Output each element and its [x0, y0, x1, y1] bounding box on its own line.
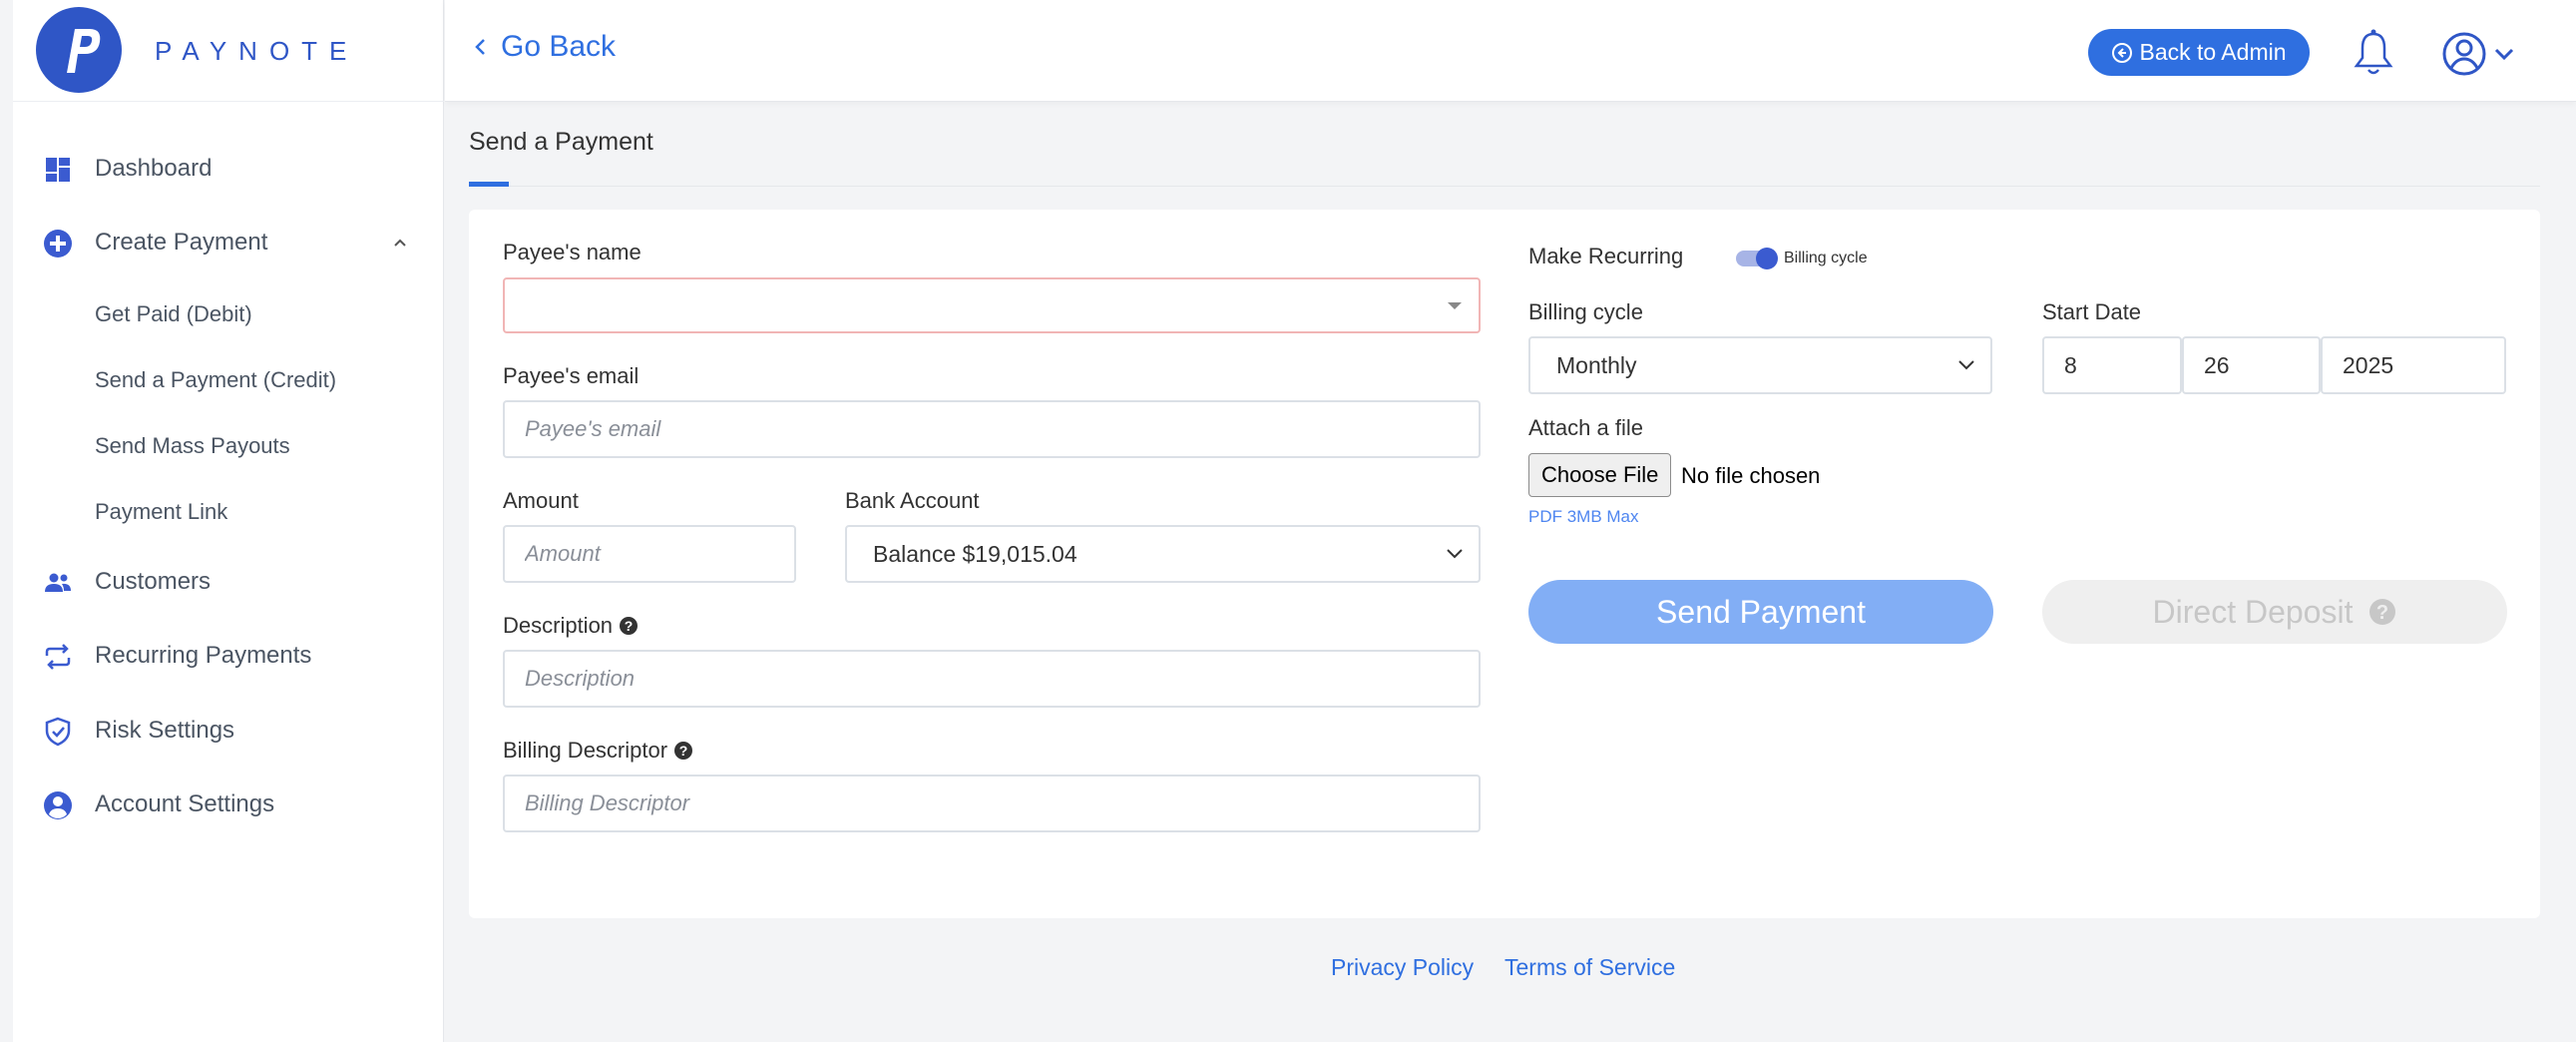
payee-email-label: Payee's email [503, 363, 640, 388]
sidebar-item-label: Dashboard [95, 155, 213, 182]
question-circle-icon[interactable]: ? [619, 616, 639, 636]
attach-file-label: Attach a file [1528, 415, 1643, 440]
go-back-link[interactable]: Go Back [473, 30, 616, 64]
toggle-caption: Billing cycle [1784, 250, 1868, 266]
top-bar: Go Back Back to Admin [445, 0, 2576, 102]
make-recurring-label: Make Recurring [1528, 244, 1684, 268]
send-payment-button[interactable]: Send Payment [1528, 580, 1993, 644]
shield-check-icon [42, 716, 74, 748]
description-label-text: Description [503, 613, 614, 638]
start-date-label: Start Date [2042, 299, 2142, 324]
sidebar-item-label: Customers [95, 568, 212, 595]
active-tab-indicator [469, 182, 509, 187]
plus-circle-icon [42, 228, 74, 260]
chevron-left-icon [475, 39, 485, 55]
user-avatar-icon [2442, 32, 2514, 76]
amount-input[interactable] [503, 525, 796, 583]
repeat-icon [42, 641, 74, 673]
users-icon [42, 567, 74, 599]
choose-file-button[interactable]: Choose File [1528, 453, 1672, 497]
billing-cycle-select[interactable]: Monthly [1528, 336, 1992, 394]
go-back-label: Go Back [501, 30, 617, 63]
sidebar-item-label: Recurring Payments [95, 642, 312, 669]
sidebar-item-account-settings[interactable]: Account Settings [13, 782, 444, 827]
page-title: Send a Payment [469, 128, 653, 156]
payee-email-input[interactable] [503, 400, 1481, 458]
svg-text:?: ? [625, 618, 634, 634]
terms-of-service-link[interactable]: Terms of Service [1504, 954, 1675, 981]
sidebar: PAYNOTE Dashboard Create Payment Get Pai… [13, 0, 444, 1042]
user-circle-icon [42, 789, 74, 821]
toggle-knob [1756, 248, 1778, 269]
make-recurring-toggle[interactable] [1736, 248, 1778, 269]
sidebar-item-label: Create Payment [95, 229, 268, 256]
chevron-down-icon [1447, 549, 1463, 559]
sidebar-item-label: Risk Settings [95, 717, 235, 744]
amount-label: Amount [503, 488, 579, 513]
payee-name-select[interactable] [503, 277, 1481, 333]
sidebar-item-recurring-payments[interactable]: Recurring Payments [13, 633, 444, 679]
brand-header: PAYNOTE [13, 0, 444, 102]
sidebar-subitem-mass-payouts[interactable]: Send Mass Payouts [95, 433, 290, 459]
sidebar-subitem-send-payment[interactable]: Send a Payment (Credit) [95, 367, 336, 393]
question-circle-icon[interactable]: ? [673, 741, 693, 761]
svg-text:?: ? [679, 743, 688, 759]
payee-name-label: Payee's name [503, 240, 642, 264]
sidebar-subitem-get-paid[interactable]: Get Paid (Debit) [95, 301, 252, 327]
billing-cycle-value: Monthly [1556, 351, 1637, 378]
sidebar-item-create-payment[interactable]: Create Payment [13, 220, 444, 265]
sidebar-subitem-payment-link[interactable]: Payment Link [95, 499, 227, 525]
arrow-left-circle-icon [2112, 42, 2133, 63]
user-menu-toggle[interactable] [2438, 28, 2528, 80]
direct-deposit-button[interactable]: Direct Deposit ? [2042, 580, 2507, 644]
start-date-month[interactable]: 8 [2042, 336, 2182, 394]
billing-descriptor-input[interactable] [503, 775, 1481, 832]
billing-descriptor-label-text: Billing Descriptor [503, 738, 668, 763]
sidebar-item-customers[interactable]: Customers [13, 559, 444, 605]
sidebar-item-label: Account Settings [95, 790, 275, 817]
billing-cycle-label: Billing cycle [1528, 299, 1643, 324]
file-status-text: No file chosen [1681, 463, 1821, 488]
direct-deposit-label: Direct Deposit [2152, 593, 2354, 630]
start-date-year[interactable]: 2025 [2321, 336, 2506, 394]
description-input[interactable] [503, 650, 1481, 708]
file-size-hint: PDF 3MB Max [1528, 507, 1639, 526]
paynote-logo-icon[interactable] [36, 7, 122, 93]
brand-name: PAYNOTE [155, 36, 359, 66]
description-label: Description ? [503, 613, 639, 639]
privacy-policy-link[interactable]: Privacy Policy [1331, 954, 1474, 981]
billing-descriptor-label: Billing Descriptor ? [503, 738, 693, 764]
dashboard-icon [42, 154, 74, 186]
question-circle-icon[interactable]: ? [2368, 598, 2396, 626]
bank-account-select[interactable]: Balance $19,015.04 [845, 525, 1481, 583]
caret-down-icon [1448, 302, 1462, 309]
sidebar-item-risk-settings[interactable]: Risk Settings [13, 708, 444, 754]
chevron-down-icon [1958, 360, 1974, 370]
bank-account-value: Balance $19,015.04 [873, 540, 1077, 567]
back-to-admin-label: Back to Admin [2139, 39, 2287, 65]
start-date-day[interactable]: 26 [2182, 336, 2321, 394]
heading-divider [469, 186, 2540, 187]
chevron-up-icon[interactable] [391, 234, 409, 252]
send-payment-card: Payee's name Payee's email Amount Bank A… [469, 210, 2540, 918]
svg-text:?: ? [2376, 602, 2388, 624]
notification-bell-icon[interactable] [2347, 26, 2400, 80]
bank-account-label: Bank Account [845, 488, 980, 513]
sidebar-item-dashboard[interactable]: Dashboard [13, 146, 444, 192]
back-to-admin-button[interactable]: Back to Admin [2088, 29, 2310, 76]
